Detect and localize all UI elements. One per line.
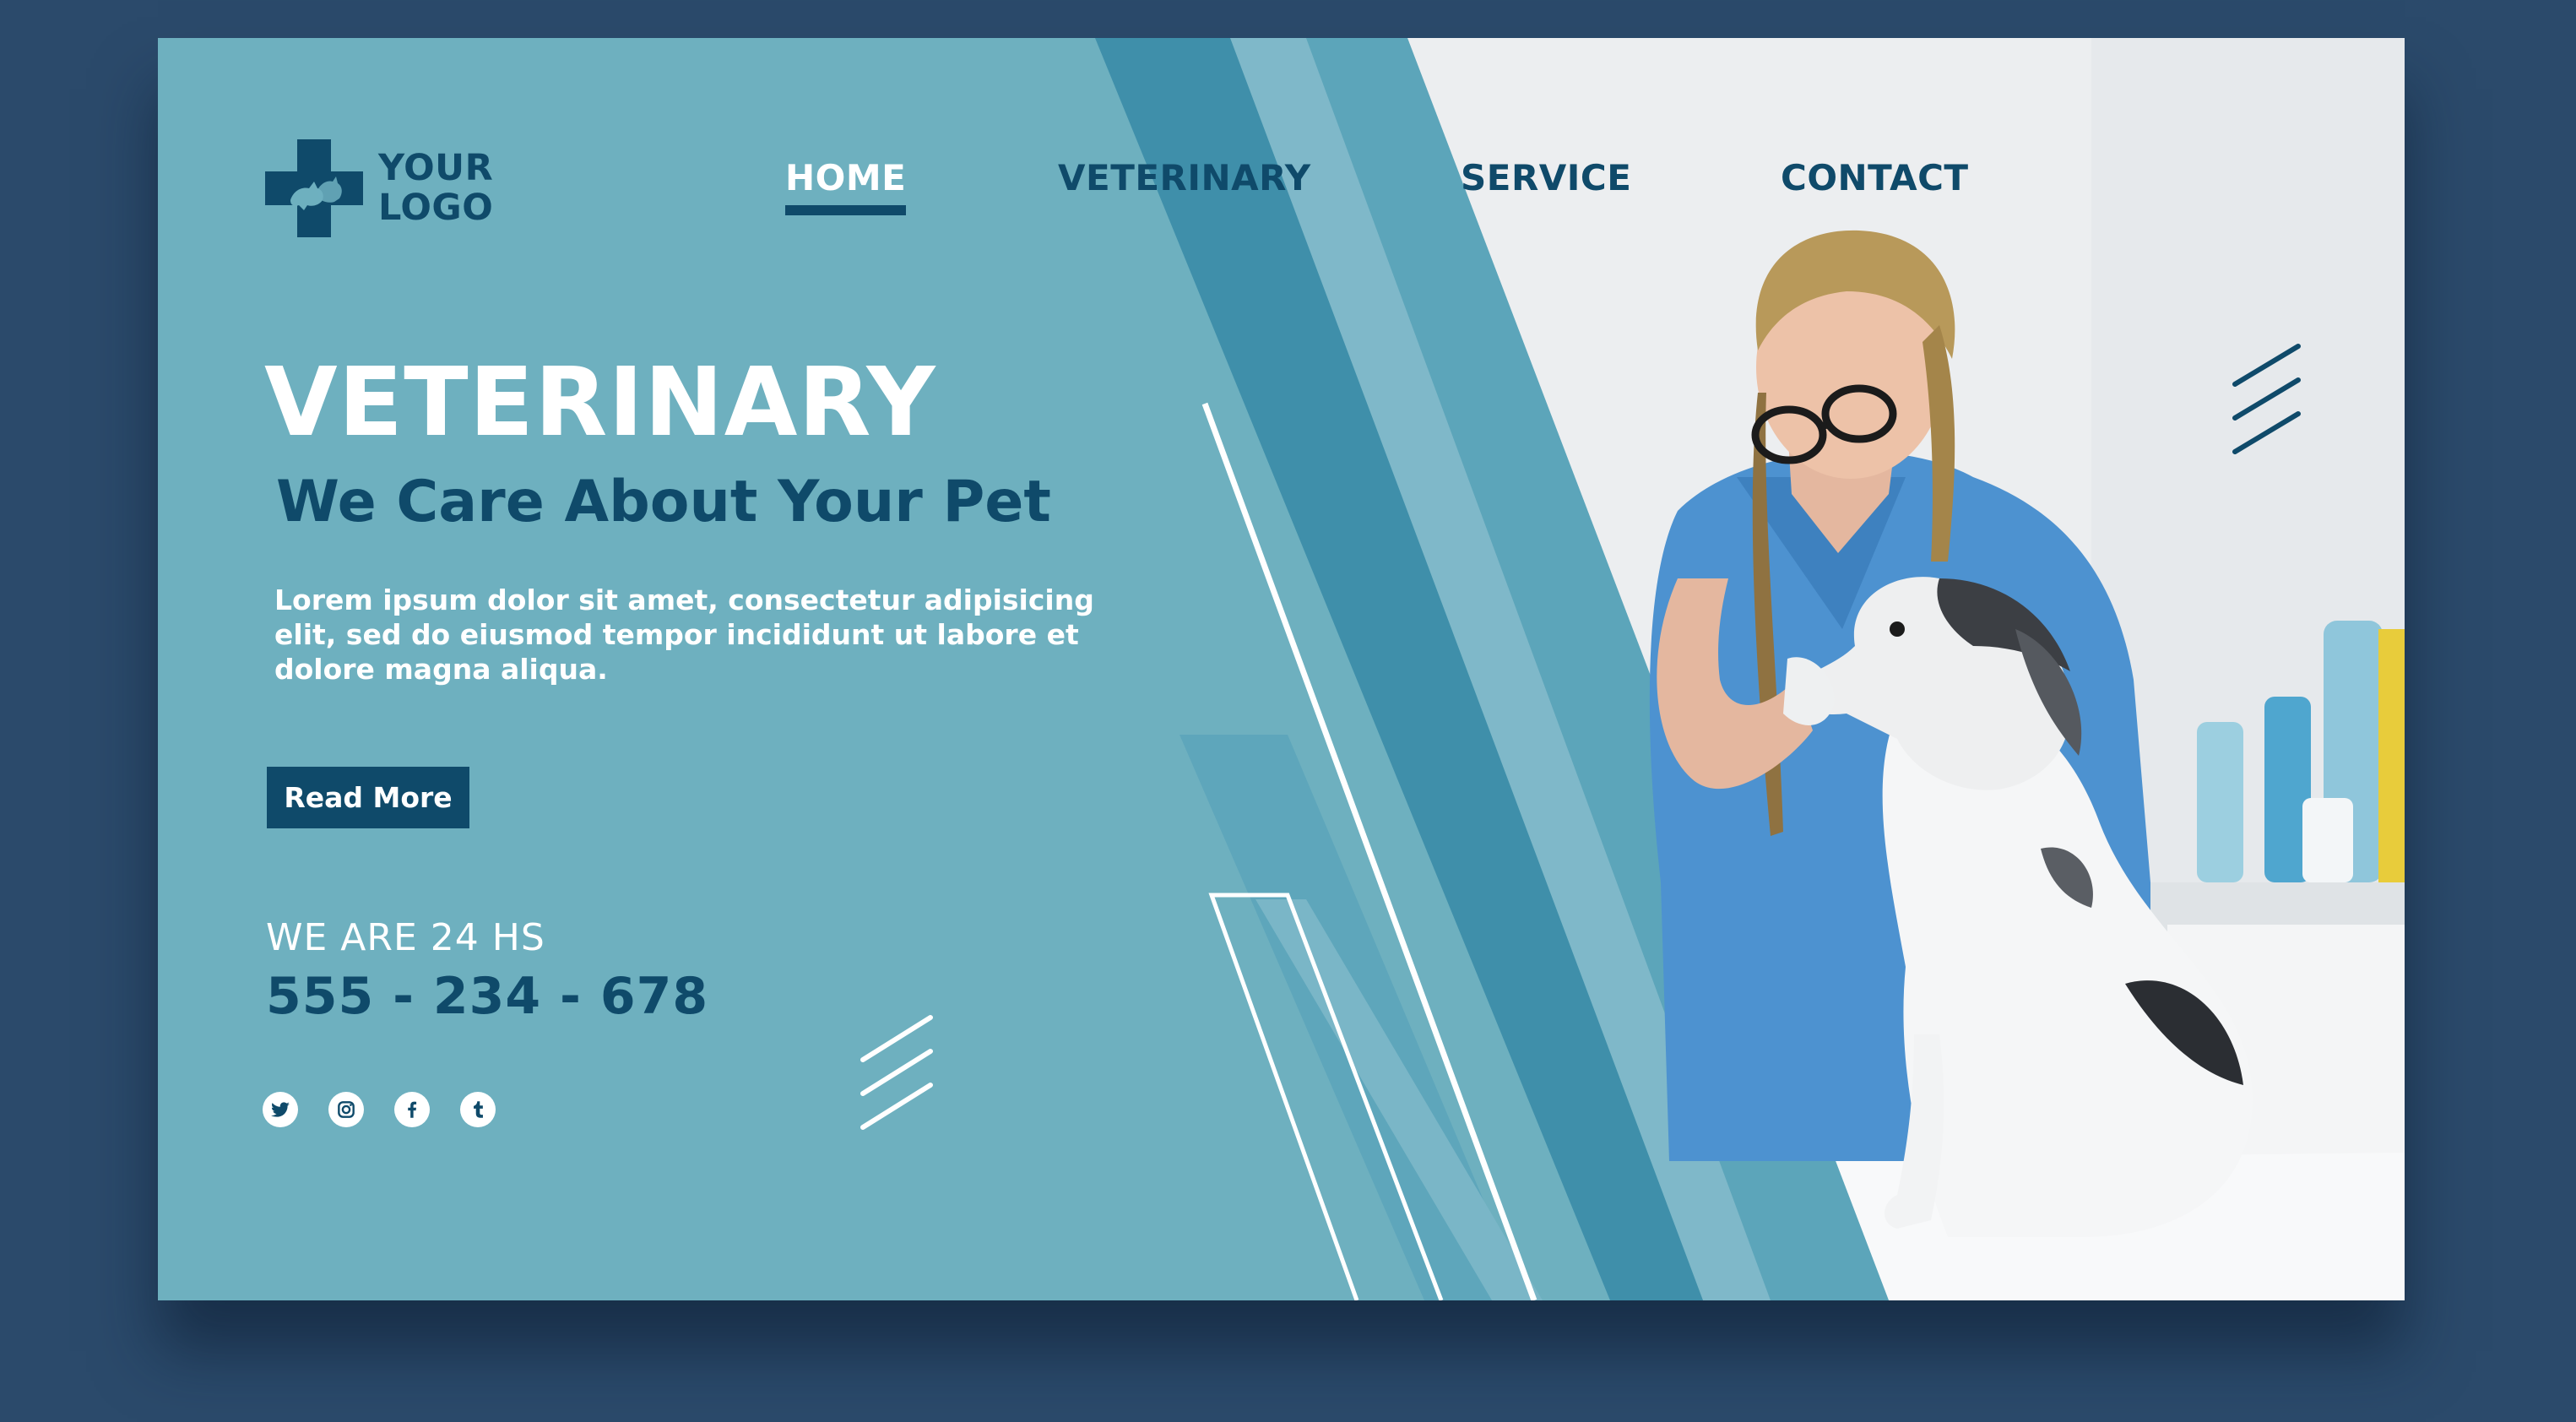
tumblr-icon[interactable] xyxy=(460,1092,496,1127)
social-links xyxy=(263,1092,526,1127)
instagram-icon[interactable] xyxy=(328,1092,364,1127)
hero-description: Lorem ipsum dolor sit amet, consectetur … xyxy=(274,583,1094,686)
hours-label: WE ARE 24 HS xyxy=(266,916,545,959)
hero-title: VETERINARY xyxy=(264,348,936,458)
facebook-icon[interactable] xyxy=(394,1092,430,1127)
main-navigation: HOME VETERINARY SERVICE CONTACT xyxy=(158,157,2405,225)
landing-page-card: YOUR LOGO HOME VETERINARY SERVICE CONTAC… xyxy=(158,38,2405,1300)
phone-number[interactable]: 555 - 234 - 678 xyxy=(266,967,708,1026)
nav-item-veterinary[interactable]: VETERINARY xyxy=(1058,157,1311,198)
hero-subtitle: We Care About Your Pet xyxy=(276,469,1051,535)
read-more-button[interactable]: Read More xyxy=(267,767,469,828)
nav-item-service[interactable]: SERVICE xyxy=(1461,157,1631,198)
nav-item-contact[interactable]: CONTACT xyxy=(1781,157,1969,198)
twitter-icon[interactable] xyxy=(263,1092,298,1127)
nav-item-home[interactable]: HOME xyxy=(785,157,907,215)
